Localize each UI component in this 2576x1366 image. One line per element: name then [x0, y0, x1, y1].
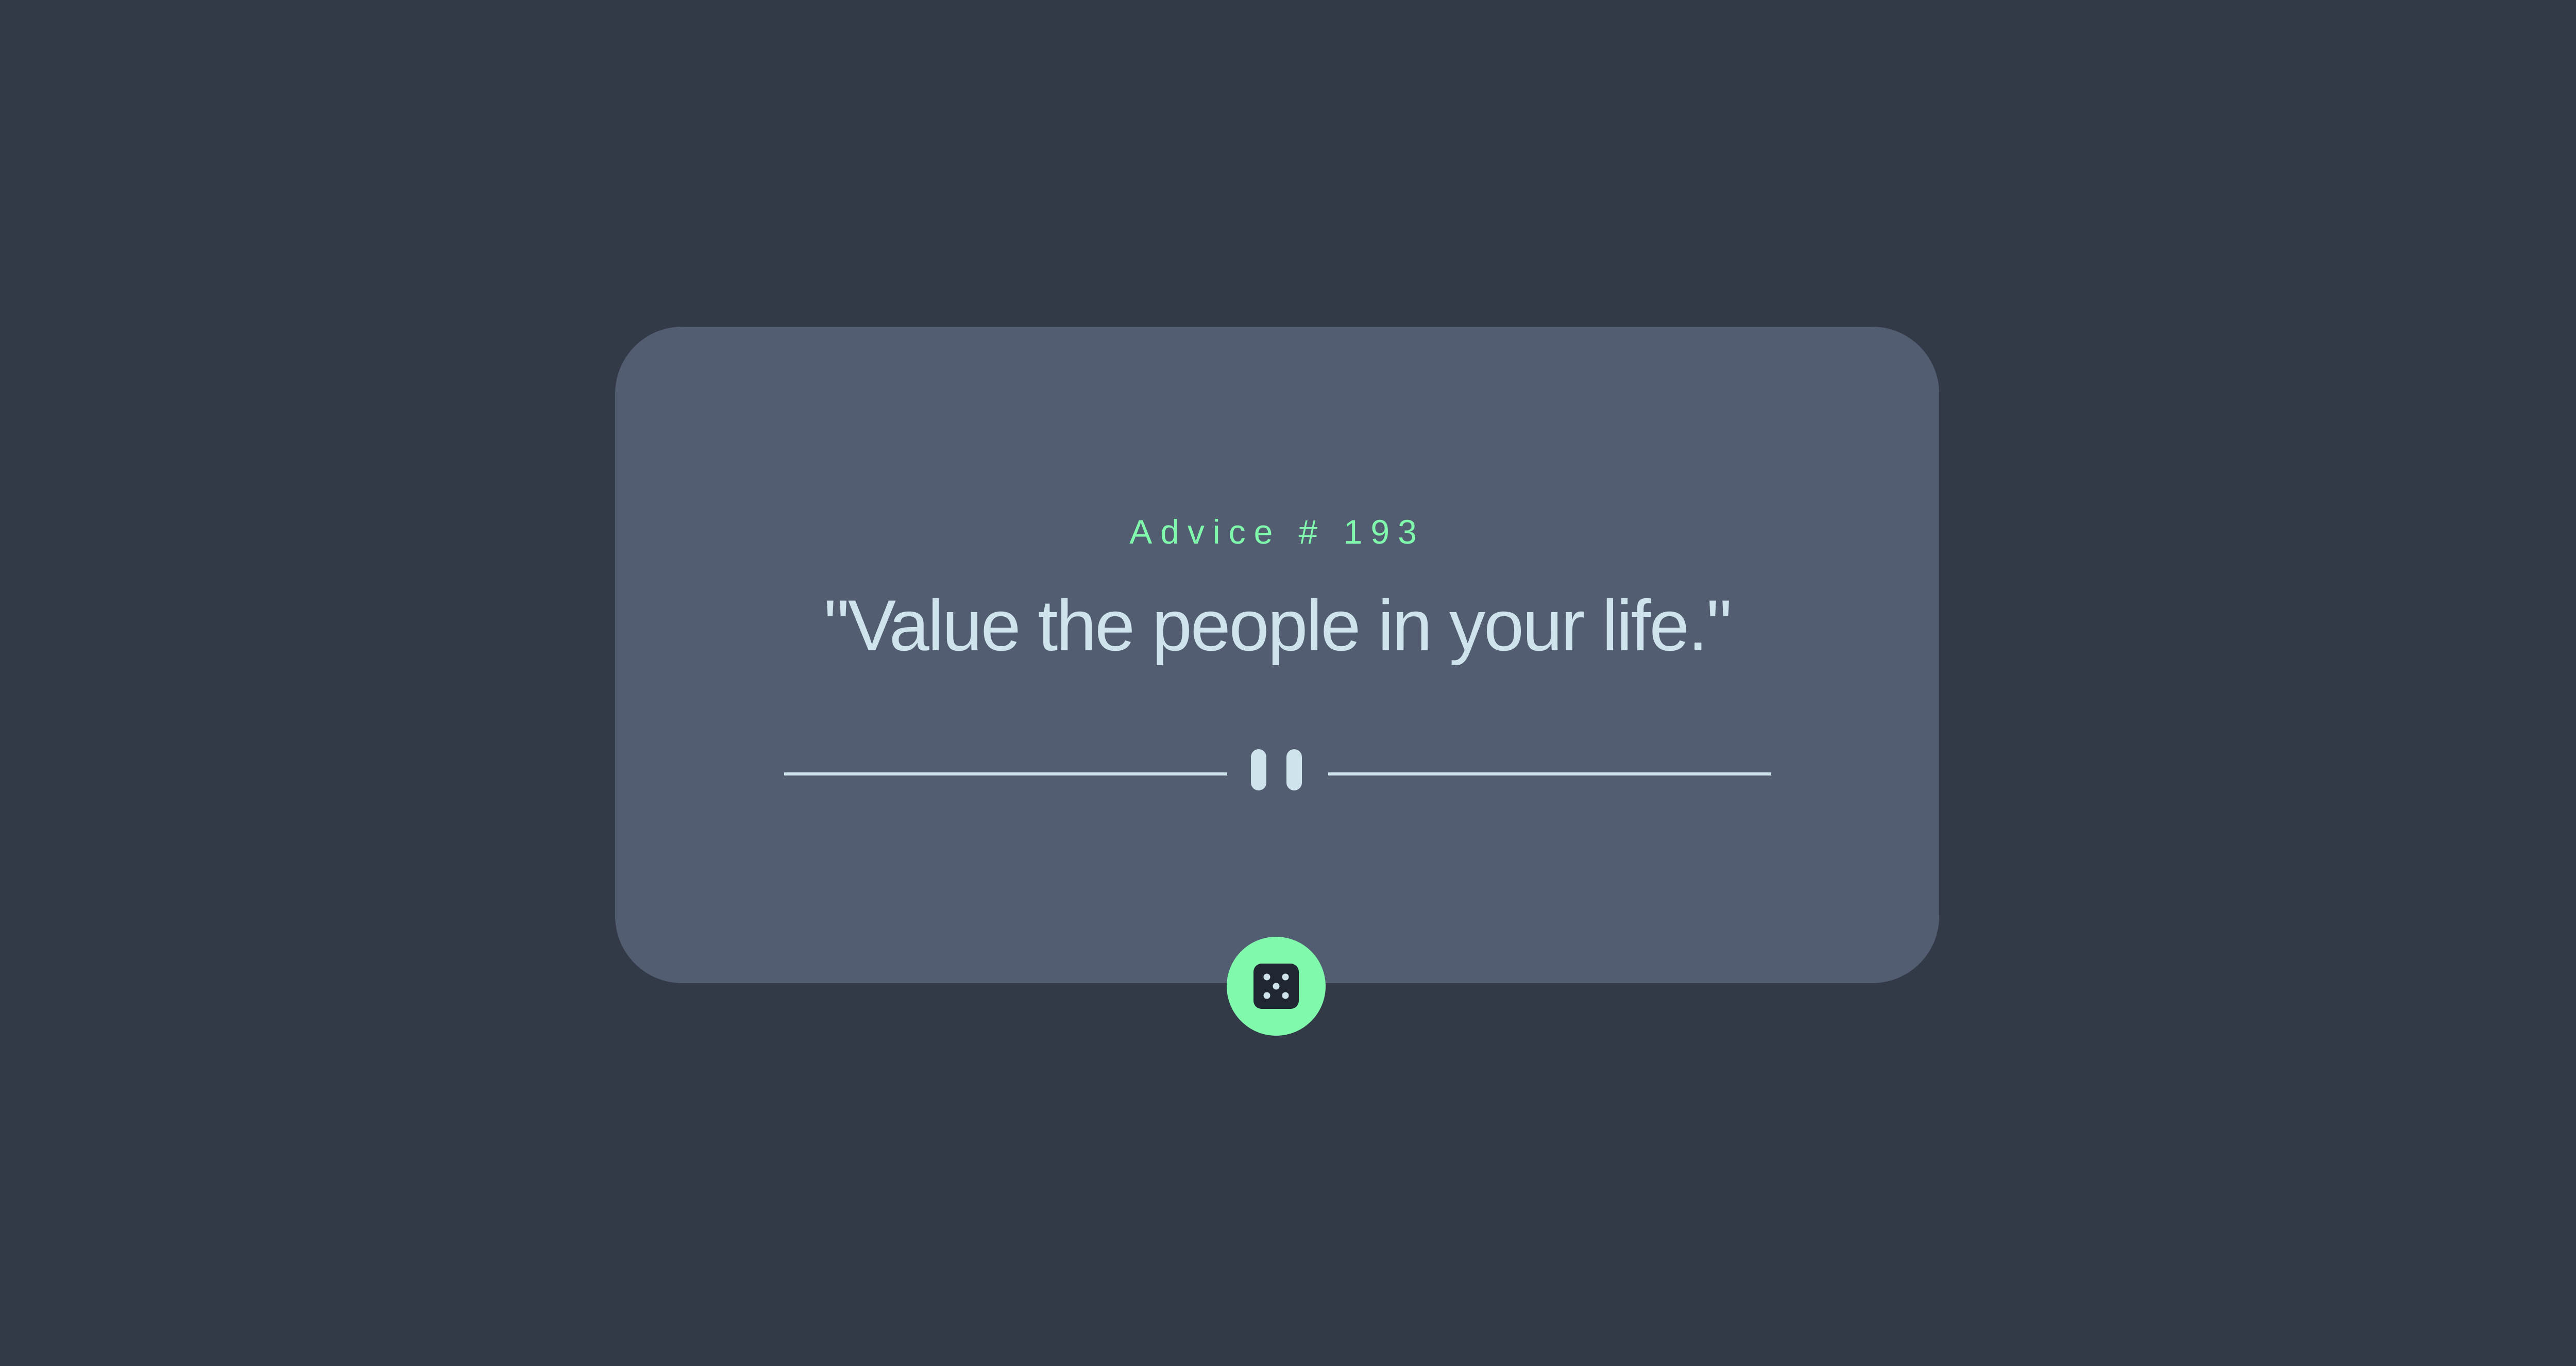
- advice-card: Advice # 193 "Value the people in your l…: [615, 327, 1939, 983]
- dice-button[interactable]: [1227, 937, 1326, 1036]
- divider-line-left: [784, 772, 1227, 775]
- advice-quote: "Value the people in your life.": [824, 585, 1732, 666]
- divider: [784, 749, 1771, 790]
- pause-icon: [1251, 749, 1302, 790]
- dice-icon: [1253, 964, 1299, 1009]
- page: { "advice": { "label": "Advice # 193", "…: [0, 0, 2576, 1366]
- divider-line-right: [1328, 772, 1771, 775]
- advice-number: Advice # 193: [1129, 513, 1425, 551]
